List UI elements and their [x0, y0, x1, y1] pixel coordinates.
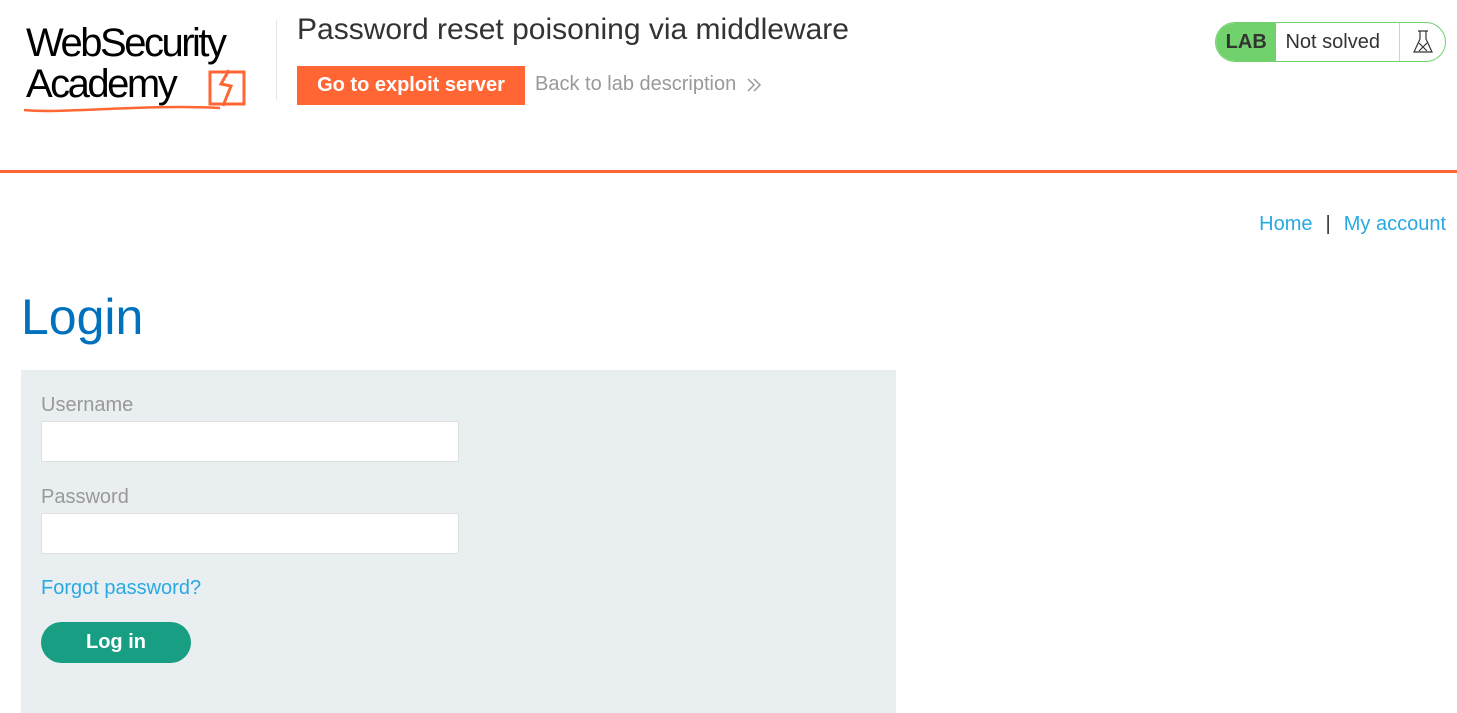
username-label: Username: [41, 394, 134, 416]
page-title: Login: [21, 289, 144, 345]
username-input[interactable]: [41, 421, 459, 462]
exploit-button-label: Go to exploit server: [317, 74, 505, 96]
back-link-label: Back to lab description: [535, 73, 737, 95]
lab-state: Not solved: [1285, 30, 1380, 53]
password-input[interactable]: [41, 513, 459, 554]
forgot-password-link[interactable]: Forgot password?: [41, 577, 201, 600]
web-security-academy-logo[interactable]: WebSecurity Academy: [22, 20, 278, 113]
home-link[interactable]: Home: [1259, 213, 1312, 236]
top-nav: Home | My account: [1259, 213, 1446, 236]
log-in-button-label: Log in: [86, 631, 146, 653]
nav-separator: |: [1325, 213, 1331, 235]
my-account-link[interactable]: My account: [1344, 213, 1446, 236]
password-label: Password: [41, 486, 129, 508]
logo-divider: [276, 20, 277, 100]
login-form: Username Password Forgot password? Log i…: [21, 370, 896, 713]
logo-underline-icon: [23, 105, 221, 113]
go-to-exploit-server-button[interactable]: Go to exploit server: [297, 66, 525, 105]
lab-status-widget: LAB Not solved: [1215, 22, 1446, 62]
logo-line-2: Academy: [26, 62, 178, 106]
logo-line-1: WebSecurity: [26, 21, 227, 65]
log-in-button[interactable]: Log in: [41, 622, 191, 663]
lab-title: Password reset poisoning via middleware: [297, 13, 849, 46]
lab-tag: LAB: [1216, 23, 1277, 61]
back-to-lab-description-link[interactable]: Back to lab description: [535, 73, 762, 96]
logo-lightning-icon: [208, 69, 246, 107]
double-chevron-right-icon: [747, 77, 762, 92]
flask-icon: [1399, 23, 1445, 61]
lab-header: WebSecurity Academy Password reset poiso…: [0, 0, 1457, 173]
